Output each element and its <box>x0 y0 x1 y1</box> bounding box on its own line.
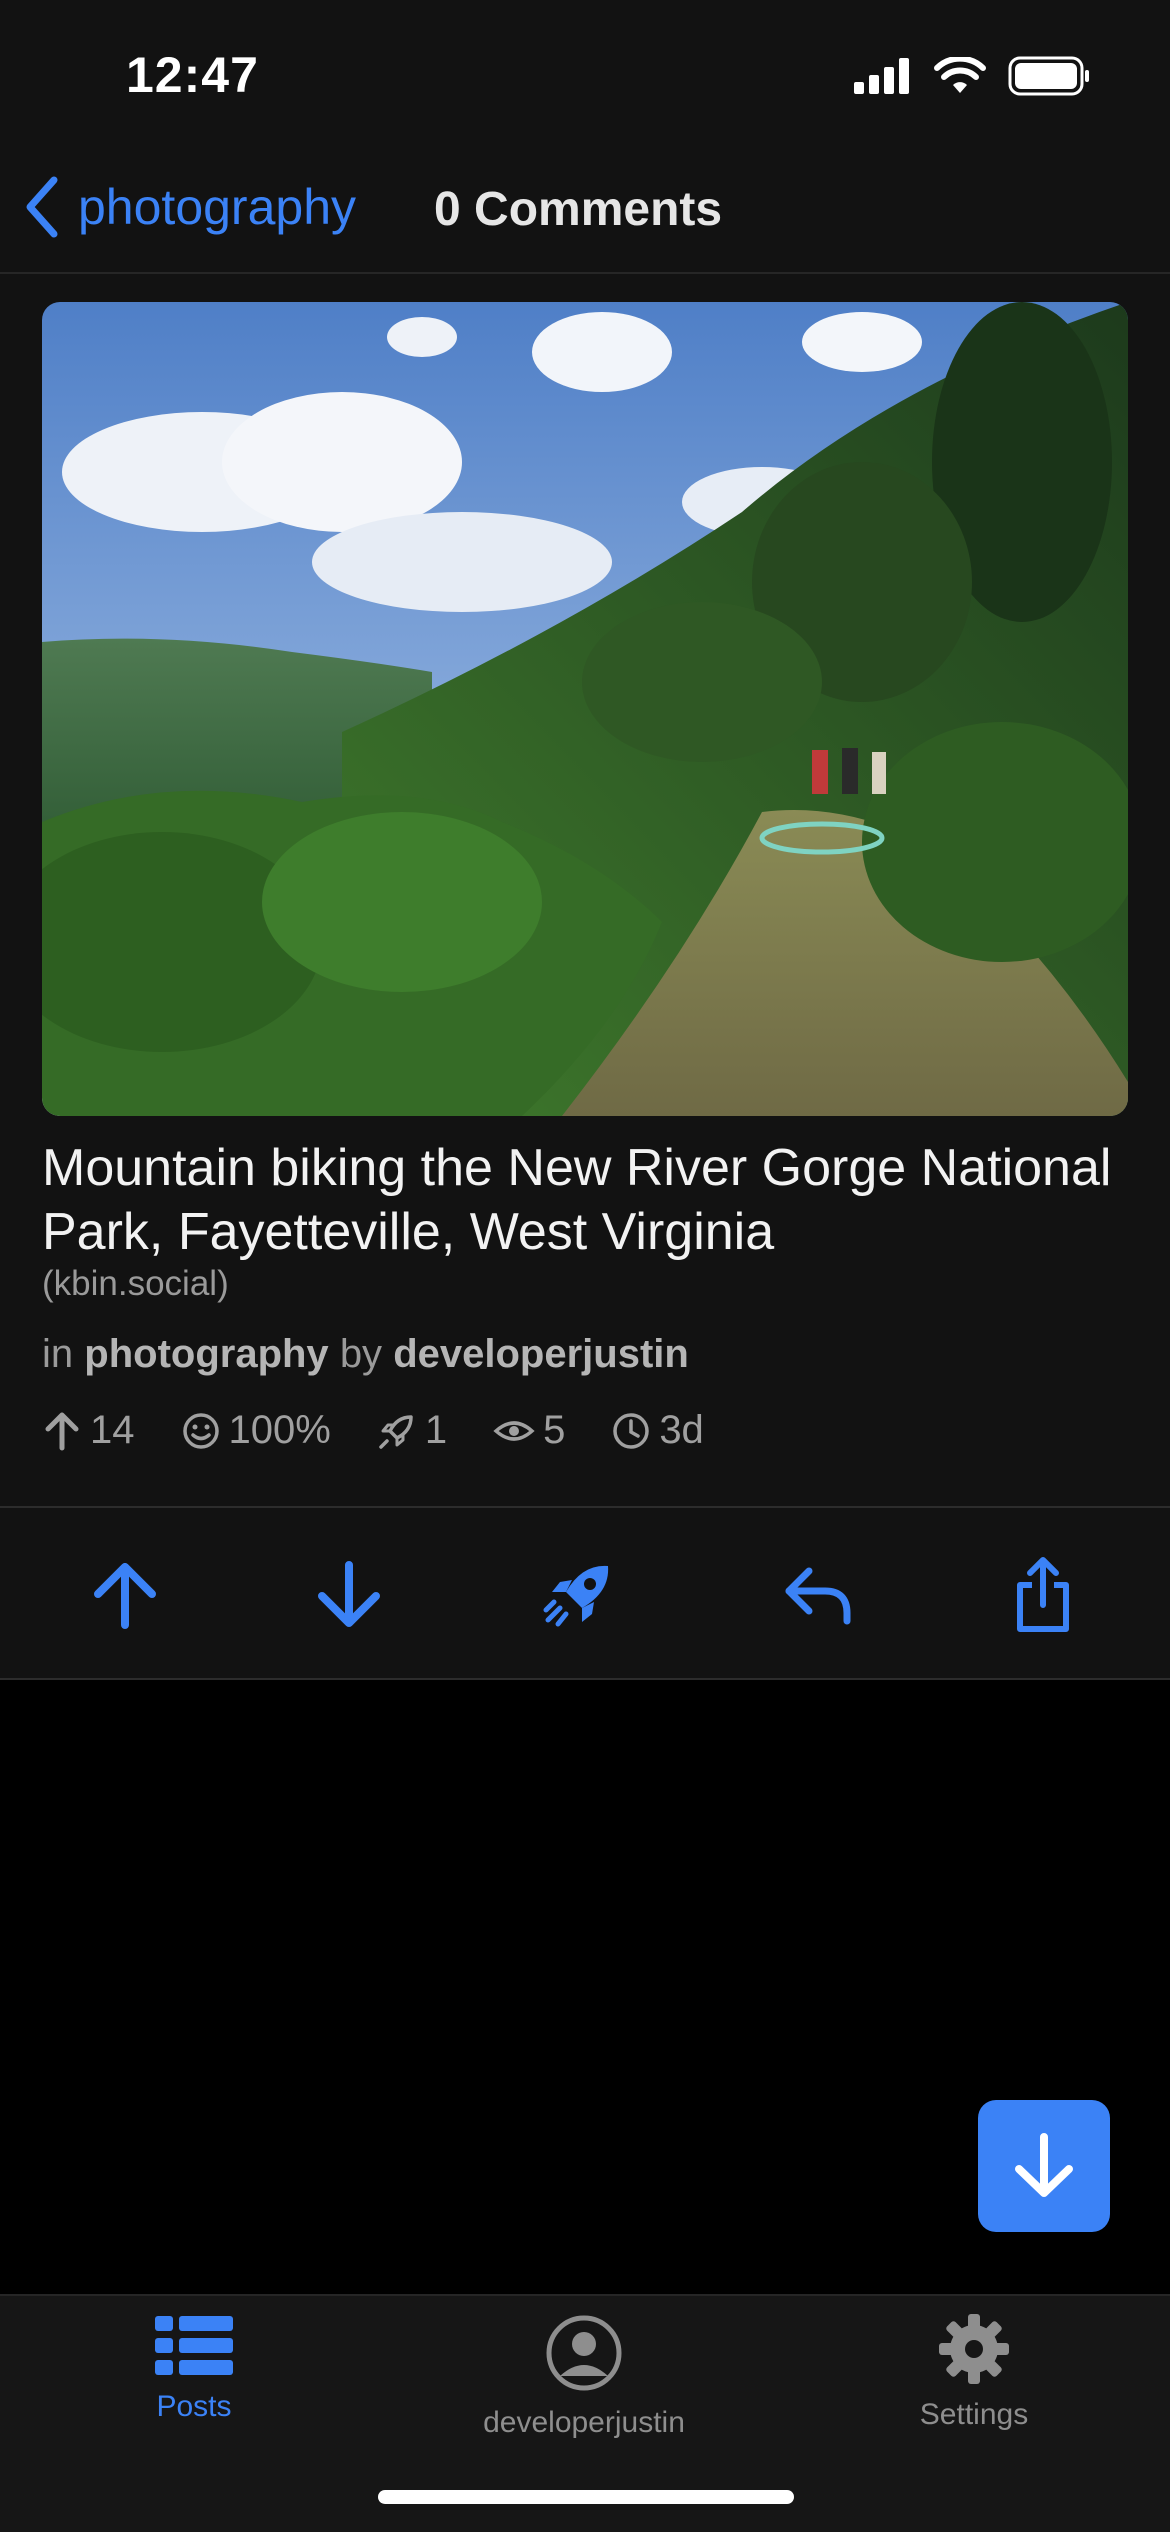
tab-posts[interactable]: Posts <box>44 2314 344 2424</box>
cellular-signal-icon <box>854 58 909 94</box>
arrow-up-icon <box>45 1412 79 1450</box>
profile-icon <box>546 2315 622 2391</box>
screen: 12:47 photography 0 Comments Mountain bi… <box>0 0 1170 2532</box>
smiley-icon <box>182 1412 219 1449</box>
upvote-count: 14 <box>90 1408 135 1452</box>
view-count: 5 <box>543 1408 566 1452</box>
tab-profile[interactable]: developerjustin <box>434 2314 734 2440</box>
post-card: Mountain biking the New River Gorge Nati… <box>0 274 1170 1506</box>
arrow-down-icon <box>1015 2133 1073 2197</box>
post-stats: 14 100% 1 5 3d <box>42 1408 750 1453</box>
boost-icon <box>543 1565 609 1627</box>
home-indicator <box>378 2490 794 2504</box>
author-link[interactable]: developerjustin <box>393 1332 689 1376</box>
status-time: 12:47 <box>126 47 259 103</box>
tab-posts-label: Posts <box>156 2390 232 2423</box>
downvote-button[interactable] <box>306 1552 392 1638</box>
meta-by-label: by <box>339 1332 383 1376</box>
chevron-left-icon <box>26 176 58 238</box>
post-age: 3d <box>659 1408 704 1452</box>
reply-icon <box>785 1567 851 1625</box>
downvote-icon <box>318 1561 380 1627</box>
post-domain[interactable]: (kbin.social) <box>42 1264 229 1304</box>
post-title[interactable]: Mountain biking the New River Gorge Nati… <box>42 1136 1132 1264</box>
scroll-down-button[interactable] <box>978 2100 1110 2232</box>
wifi-icon <box>934 57 986 93</box>
upvote-icon <box>94 1563 156 1629</box>
back-button[interactable]: photography <box>22 176 356 238</box>
status-icons <box>854 56 1090 96</box>
upvote-button[interactable] <box>82 1552 168 1638</box>
reply-button[interactable] <box>774 1552 860 1638</box>
boost-count: 1 <box>424 1408 448 1452</box>
page-title: 0 Comments <box>434 183 723 236</box>
eye-icon <box>493 1420 535 1441</box>
landscape-photo <box>42 302 1128 1116</box>
post-meta: in photography by developerjustin <box>42 1332 689 1377</box>
tab-settings-label: Settings <box>919 2398 1029 2431</box>
post-image[interactable] <box>42 302 1128 1116</box>
approval-stat: 100% <box>181 1408 331 1453</box>
list-icon <box>155 2316 233 2375</box>
status-bar: 12:47 <box>0 0 1170 150</box>
boost-stat: 1 <box>377 1408 447 1453</box>
upvote-stat: 14 <box>42 1408 135 1453</box>
navigation-bar: photography 0 Comments <box>0 150 1170 274</box>
rocket-icon <box>379 1414 413 1449</box>
back-button-label: photography <box>78 179 357 235</box>
tab-settings[interactable]: Settings <box>824 2314 1124 2432</box>
clock-icon <box>613 1412 650 1449</box>
share-icon <box>1017 1557 1069 1632</box>
tab-profile-label: developerjustin <box>483 2406 685 2439</box>
age-stat: 3d <box>611 1408 704 1453</box>
battery-icon <box>1008 56 1089 96</box>
share-button[interactable] <box>1000 1552 1086 1638</box>
meta-in-label: in <box>42 1332 74 1376</box>
views-stat: 5 <box>493 1408 565 1453</box>
boost-button[interactable] <box>536 1552 622 1638</box>
approval-percent: 100% <box>228 1408 331 1452</box>
magazine-link[interactable]: photography <box>84 1332 328 1376</box>
post-action-bar <box>0 1506 1170 1680</box>
gear-icon <box>939 2314 1009 2384</box>
